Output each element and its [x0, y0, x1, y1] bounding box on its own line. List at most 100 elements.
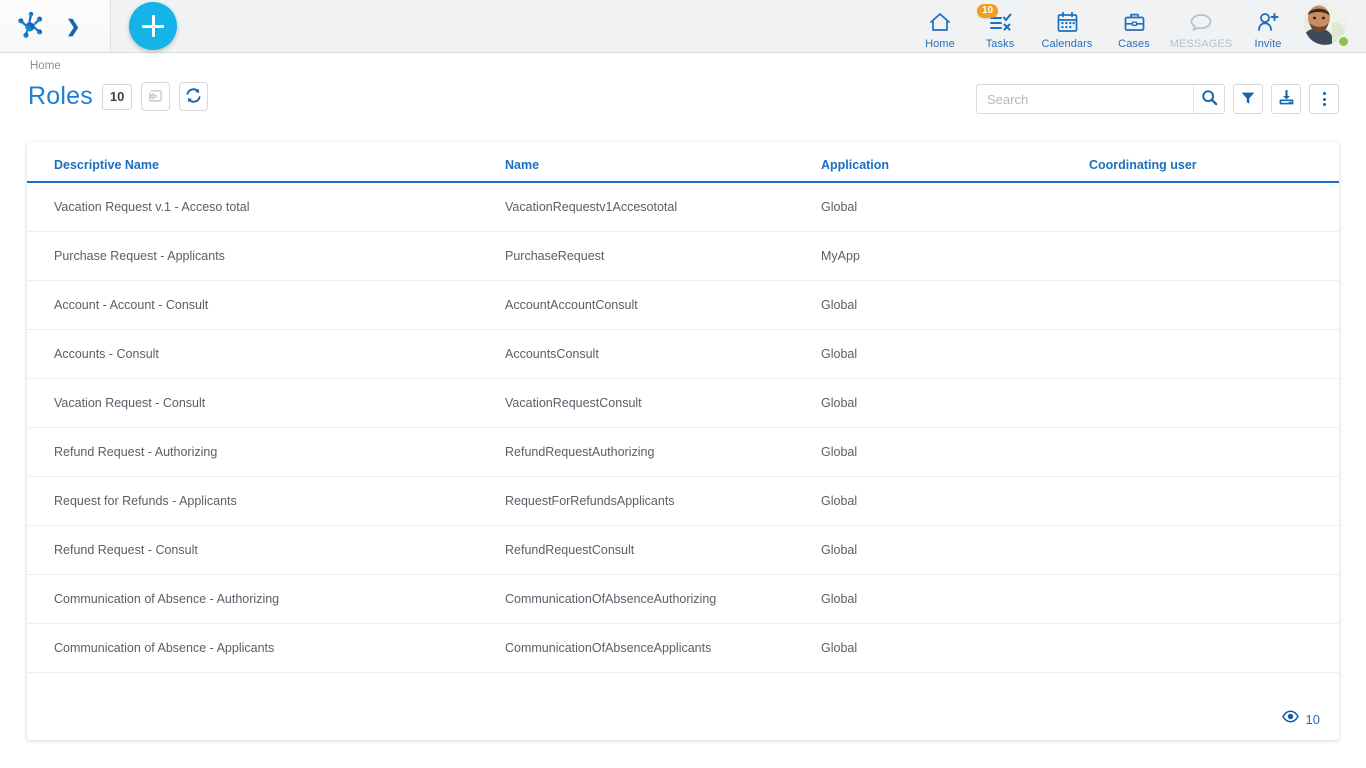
cell-name: RefundRequestConsult: [505, 525, 821, 575]
chevron-right-icon[interactable]: ❯: [66, 18, 80, 35]
funnel-filter-icon: [1240, 90, 1256, 109]
eye-icon: [1281, 710, 1299, 728]
cell-application: Global: [821, 427, 1089, 477]
cell-application: Global: [821, 476, 1089, 526]
cell-descriptive-name: Communication of Absence - Applicants: [27, 623, 505, 673]
cell-name: VacationRequestConsult: [505, 378, 821, 428]
nav-item-cases-label: Cases: [1118, 37, 1150, 50]
cell-coordinating-user: [1089, 476, 1339, 526]
more-options-button[interactable]: [1309, 84, 1339, 114]
add-new-button[interactable]: [129, 2, 177, 50]
visible-records-count: 10: [1305, 711, 1320, 727]
cell-descriptive-name: Request for Refunds - Applicants: [27, 476, 505, 526]
breadcrumb[interactable]: Home: [30, 60, 61, 72]
table-body: Vacation Request v.1 - Acceso total Vaca…: [27, 182, 1339, 673]
person-plus-icon: [1256, 9, 1280, 35]
cell-descriptive-name: Communication of Absence - Authorizing: [27, 574, 505, 624]
column-header-coordinating-user[interactable]: Coordinating user: [1089, 142, 1339, 183]
cell-descriptive-name: Vacation Request - Consult: [27, 378, 505, 428]
cell-name: PurchaseRequest: [505, 231, 821, 281]
search-input[interactable]: [977, 85, 1193, 113]
roles-table-card: Descriptive Name Name Application Coordi…: [27, 142, 1339, 740]
cell-coordinating-user: [1089, 231, 1339, 281]
table-row[interactable]: Vacation Request v.1 - Acceso total Vaca…: [27, 182, 1339, 232]
roles-table: Descriptive Name Name Application Coordi…: [27, 142, 1339, 673]
search-box: [976, 84, 1225, 114]
search-submit-button[interactable]: [1193, 85, 1224, 113]
cell-application: Global: [821, 574, 1089, 624]
cell-name: VacationRequestv1Accesototal: [505, 182, 821, 232]
cell-descriptive-name: Account - Account - Consult: [27, 280, 505, 330]
cell-name: AccountsConsult: [505, 329, 821, 379]
nav-item-tasks[interactable]: 10 Tasks: [970, 3, 1030, 50]
home-icon: [928, 9, 952, 35]
cell-coordinating-user: [1089, 378, 1339, 428]
cell-application: Global: [821, 378, 1089, 428]
briefcase-icon: [1123, 9, 1146, 35]
cell-coordinating-user: [1089, 623, 1339, 673]
nav-item-calendars[interactable]: Calendars: [1030, 3, 1104, 50]
table-row[interactable]: Account - Account - Consult AccountAccou…: [27, 280, 1339, 330]
cell-coordinating-user: [1089, 574, 1339, 624]
cell-application: Global: [821, 623, 1089, 673]
table-row[interactable]: Communication of Absence - Applicants Co…: [27, 623, 1339, 673]
table-row[interactable]: Refund Request - Authorizing RefundReque…: [27, 427, 1339, 477]
cell-application: Global: [821, 280, 1089, 330]
table-row[interactable]: Refund Request - Consult RefundRequestCo…: [27, 525, 1339, 575]
cell-name: AccountAccountConsult: [505, 280, 821, 330]
nav-item-invite[interactable]: Invite: [1238, 3, 1298, 50]
cell-coordinating-user: [1089, 280, 1339, 330]
cell-application: Global: [821, 329, 1089, 379]
export-button[interactable]: [1271, 84, 1301, 114]
table-row[interactable]: Accounts - Consult AccountsConsult Globa…: [27, 329, 1339, 379]
undo-button[interactable]: [141, 82, 171, 111]
nav-item-messages-label: MESSAGES: [1169, 37, 1233, 50]
nav-item-cases[interactable]: Cases: [1104, 3, 1164, 50]
table-header-row: Descriptive Name Name Application Coordi…: [27, 142, 1339, 183]
record-count-badge: 10: [101, 83, 133, 110]
refresh-icon: [185, 87, 202, 107]
cell-application: Global: [821, 182, 1089, 232]
cell-coordinating-user: [1089, 427, 1339, 477]
nav-item-invite-label: Invite: [1254, 37, 1282, 50]
kebab-menu-icon: [1322, 92, 1326, 106]
magnifier-icon: [1201, 89, 1218, 109]
table-row[interactable]: Communication of Absence - Authorizing C…: [27, 574, 1339, 624]
cell-name: RefundRequestAuthorizing: [505, 427, 821, 477]
filter-button[interactable]: [1233, 84, 1263, 114]
top-navigation-bar: ❯ Home 10 Tasks Calendars Cases MESSAGES…: [0, 0, 1366, 53]
cell-coordinating-user: [1089, 525, 1339, 575]
refresh-button[interactable]: [179, 82, 209, 111]
table-row[interactable]: Vacation Request - Consult VacationReque…: [27, 378, 1339, 428]
add-button-zone: [111, 2, 177, 50]
cell-descriptive-name: Accounts - Consult: [27, 329, 505, 379]
page-title: Roles: [28, 82, 93, 110]
cell-coordinating-user: [1089, 329, 1339, 379]
undo-arrow-icon: [147, 87, 164, 107]
download-export-icon: [1278, 89, 1295, 109]
topbar-nav-items: Home 10 Tasks Calendars Cases MESSAGES I…: [910, 2, 1366, 50]
nav-item-tasks-label: Tasks: [985, 37, 1015, 50]
table-row[interactable]: Request for Refunds - Applicants Request…: [27, 476, 1339, 526]
calendar-icon: [1056, 9, 1079, 35]
search-toolbar: [976, 84, 1339, 114]
cell-name: CommunicationOfAbsenceApplicants: [505, 623, 821, 673]
chat-bubble-icon: [1189, 9, 1213, 35]
network-node-logo-icon[interactable]: [14, 9, 48, 43]
nav-item-home-label: Home: [925, 37, 955, 50]
tasks-badge: 10: [977, 3, 999, 18]
nav-item-calendars-label: Calendars: [1041, 37, 1093, 50]
cell-descriptive-name: Purchase Request - Applicants: [27, 231, 505, 281]
nav-item-home[interactable]: Home: [910, 3, 970, 50]
presence-status-indicator: [1337, 34, 1350, 48]
visible-records-footer[interactable]: 10: [1281, 710, 1320, 728]
avatar[interactable]: [1304, 2, 1350, 49]
column-header-name[interactable]: Name: [505, 142, 821, 183]
cell-application: MyApp: [821, 231, 1089, 281]
column-header-descriptive-name[interactable]: Descriptive Name: [27, 142, 505, 183]
table-row[interactable]: Purchase Request - Applicants PurchaseRe…: [27, 231, 1339, 281]
column-header-application[interactable]: Application: [821, 142, 1089, 183]
nav-item-messages[interactable]: MESSAGES: [1164, 3, 1238, 50]
table-header: Descriptive Name Name Application Coordi…: [27, 142, 1339, 183]
page-header: Roles 10: [28, 82, 209, 111]
